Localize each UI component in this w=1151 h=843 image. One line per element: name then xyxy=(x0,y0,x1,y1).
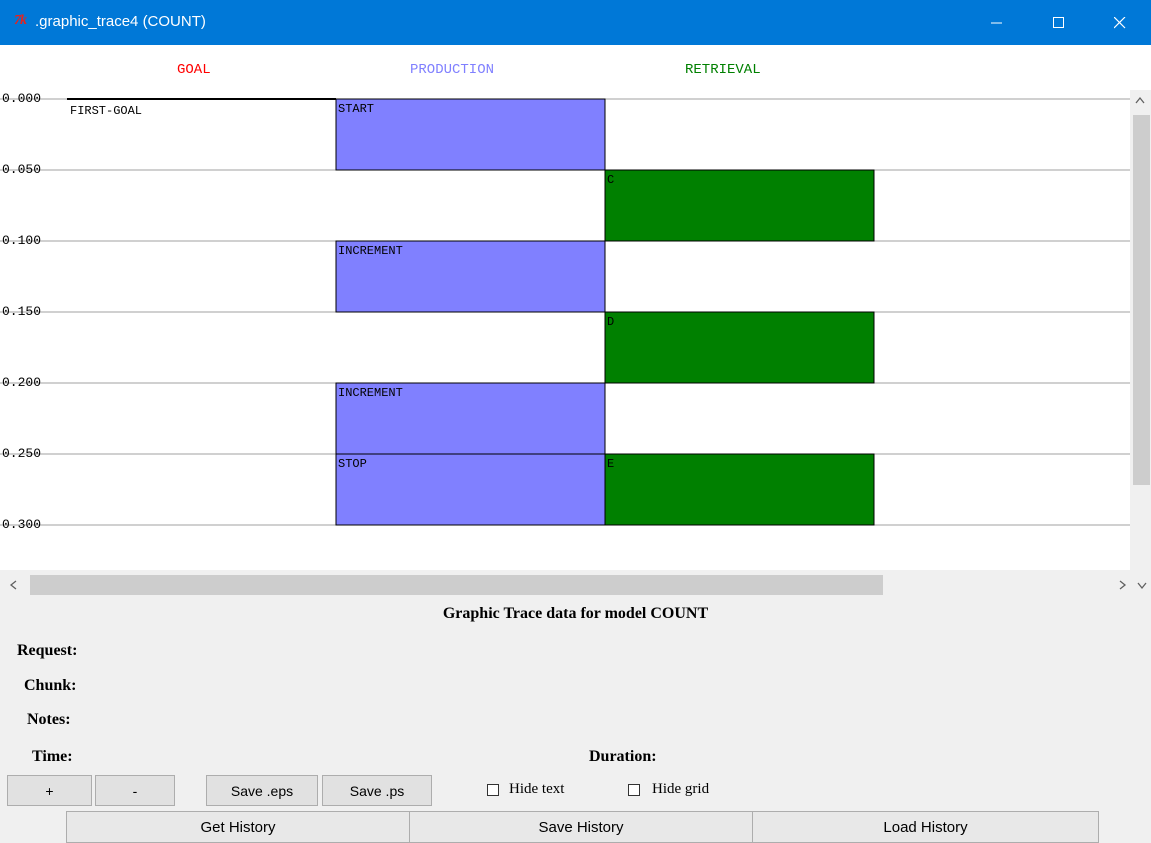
zoom-in-button[interactable]: + xyxy=(7,775,92,806)
get-history-button[interactable]: Get History xyxy=(66,811,410,843)
request-label: Request: xyxy=(17,642,78,659)
scroll-up-icon xyxy=(1135,96,1145,104)
time-tick-label: 0.200 xyxy=(2,375,41,390)
time-tick-label: 0.250 xyxy=(2,446,41,461)
save-eps-button[interactable]: Save .eps xyxy=(206,775,318,806)
retrieval-box xyxy=(604,453,875,526)
title-bar: 7k .graphic_trace4 (COUNT) xyxy=(0,0,1151,45)
production-label: INCREMENT xyxy=(338,386,403,400)
goal-label: FIRST-GOAL xyxy=(70,104,142,118)
production-label: START xyxy=(338,102,374,116)
time-tick-label: 0.050 xyxy=(2,162,41,177)
time-tick-label: 0.150 xyxy=(2,304,41,319)
vertical-scroll-thumb[interactable] xyxy=(1133,115,1150,485)
goal-column-header: GOAL xyxy=(177,62,211,78)
window-title: .graphic_trace4 (COUNT) xyxy=(35,13,206,30)
time-tick-label: 0.100 xyxy=(2,233,41,248)
maximize-button[interactable] xyxy=(1036,0,1082,45)
time-label: Time: xyxy=(32,748,73,765)
time-tick-label: 0.000 xyxy=(2,91,41,106)
chunk-label: Chunk: xyxy=(24,677,77,694)
minimize-button[interactable] xyxy=(974,0,1020,45)
minimize-icon xyxy=(991,22,1002,23)
trace-caption: Graphic Trace data for model COUNT xyxy=(442,605,709,622)
column-header-bar xyxy=(0,45,1151,90)
retrieval-label: D xyxy=(607,315,614,329)
scroll-left-icon xyxy=(9,580,17,590)
zoom-out-button[interactable]: - xyxy=(95,775,175,806)
retrieval-box xyxy=(604,169,875,242)
production-box xyxy=(335,98,606,171)
production-label: STOP xyxy=(338,457,367,471)
retrieval-label: E xyxy=(607,457,614,471)
retrieval-column-header: RETRIEVAL xyxy=(685,62,761,78)
horizontal-scroll-thumb[interactable] xyxy=(30,575,883,595)
tk-logo-icon: 7k xyxy=(14,13,27,28)
trace-graph: 0.000 0.050 0.100 0.150 0.200 0.250 0.300 FIRST… xyxy=(0,91,1130,532)
time-tick-label: 0.300 xyxy=(2,517,41,532)
scroll-right-icon xyxy=(1119,580,1127,590)
hide-text-checkbox[interactable] xyxy=(487,784,499,796)
production-box xyxy=(335,453,606,526)
vertical-scrollbar[interactable] xyxy=(1130,90,1151,570)
production-column-header: PRODUCTION xyxy=(410,62,495,78)
hide-grid-checkbox[interactable] xyxy=(628,784,640,796)
retrieval-box xyxy=(604,311,875,384)
save-ps-button[interactable]: Save .ps xyxy=(322,775,432,806)
production-label: INCREMENT xyxy=(338,244,403,258)
close-button[interactable] xyxy=(1097,0,1143,45)
trace-canvas[interactable]: 0.000 0.050 0.100 0.150 0.200 0.250 0.300 FIRST… xyxy=(0,90,1130,570)
notes-label: Notes: xyxy=(27,711,71,728)
retrieval-label: C xyxy=(607,173,614,187)
maximize-icon xyxy=(1053,16,1064,28)
hide-grid-label[interactable]: Hide grid xyxy=(652,781,709,798)
scroll-down-icon xyxy=(1137,582,1147,590)
save-history-button[interactable]: Save History xyxy=(409,811,753,843)
duration-label: Duration: xyxy=(589,748,657,765)
close-icon xyxy=(1114,16,1126,28)
horizontal-scrollbar[interactable] xyxy=(0,570,1151,600)
hide-text-label[interactable]: Hide text xyxy=(509,781,564,798)
load-history-button[interactable]: Load History xyxy=(752,811,1099,843)
